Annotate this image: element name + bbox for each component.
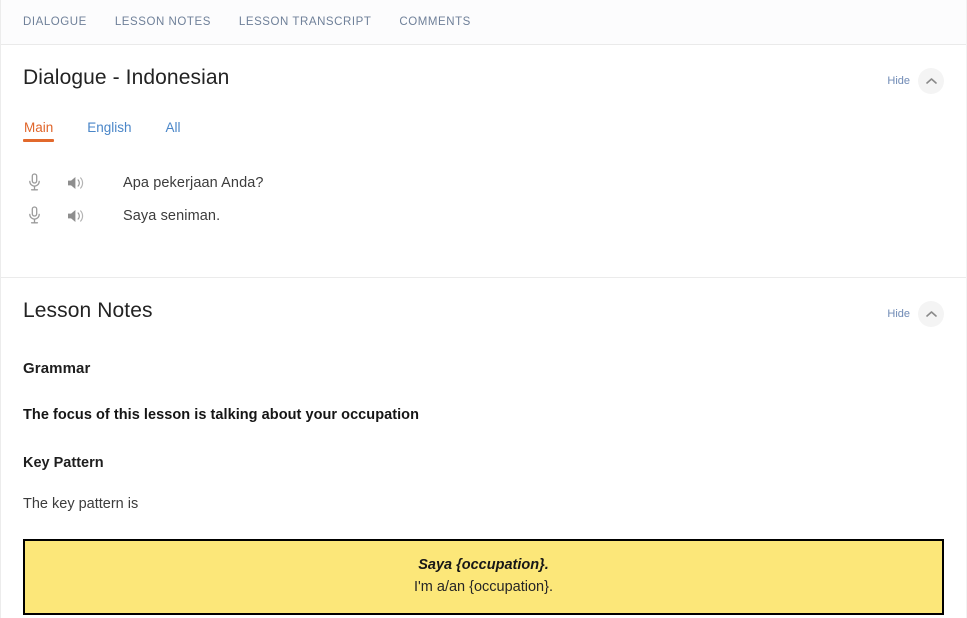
key-pattern-intro: The key pattern is — [23, 496, 139, 512]
microphone-icon[interactable] — [19, 206, 49, 225]
nav-lesson-notes[interactable]: LESSON NOTES — [115, 16, 211, 28]
dialogue-section: Dialogue - Indonesian Hide Main English … — [1, 45, 966, 277]
dialogue-lines: Apa pekerjaan Anda? Saya seniman. — [23, 166, 944, 277]
chevron-up-icon — [925, 77, 937, 85]
speaker-icon[interactable] — [61, 208, 91, 224]
dialogue-line: Saya seniman. — [23, 199, 944, 232]
grammar-heading: Grammar — [23, 360, 91, 377]
lesson-notes-title: Lesson Notes — [23, 299, 153, 322]
lesson-notes-hide-controls: Hide — [887, 298, 944, 327]
lesson-notes-hide-link[interactable]: Hide — [887, 308, 910, 320]
dialogue-language-tabs: Main English All — [22, 120, 944, 142]
dialogue-section-header: Dialogue - Indonesian Hide — [23, 45, 944, 94]
key-pattern-target: Saya {occupation}. — [418, 557, 549, 573]
lesson-notes-body: Grammar The focus of this lesson is talk… — [23, 360, 944, 618]
key-pattern-translation: I'm a/an {occupation}. — [413, 579, 553, 595]
tab-english[interactable]: English — [87, 120, 131, 142]
chevron-up-icon — [925, 310, 937, 318]
dialogue-title: Dialogue - Indonesian — [23, 66, 230, 89]
speaker-icon[interactable] — [61, 175, 91, 191]
lesson-page: DIALOGUE LESSON NOTES LESSON TRANSCRIPT … — [0, 0, 967, 618]
nav-lesson-transcript[interactable]: LESSON TRANSCRIPT — [239, 16, 371, 28]
nav-comments[interactable]: COMMENTS — [399, 16, 470, 28]
lesson-notes-section-header: Lesson Notes Hide — [23, 278, 944, 327]
dialogue-line: Apa pekerjaan Anda? — [23, 166, 944, 199]
tab-all[interactable]: All — [166, 120, 181, 142]
dialogue-hide-controls: Hide — [887, 65, 944, 94]
dialogue-line-text: Saya seniman. — [123, 207, 221, 224]
tab-main[interactable]: Main — [22, 120, 55, 142]
key-pattern-highlight-box: Saya {occupation}. I'm a/an {occupation}… — [23, 539, 944, 615]
lesson-notes-section: Lesson Notes Hide Grammar The focus of t… — [1, 278, 966, 618]
lesson-focus-text: The focus of this lesson is talking abou… — [23, 407, 419, 423]
nav-dialogue[interactable]: DIALOGUE — [23, 16, 87, 28]
lesson-notes-collapse-button[interactable] — [918, 301, 944, 327]
dialogue-collapse-button[interactable] — [918, 68, 944, 94]
dialogue-line-text: Apa pekerjaan Anda? — [123, 174, 264, 191]
key-pattern-heading: Key Pattern — [23, 455, 104, 471]
top-navigation: DIALOGUE LESSON NOTES LESSON TRANSCRIPT … — [1, 0, 966, 45]
dialogue-hide-link[interactable]: Hide — [887, 75, 910, 87]
microphone-icon[interactable] — [19, 173, 49, 192]
